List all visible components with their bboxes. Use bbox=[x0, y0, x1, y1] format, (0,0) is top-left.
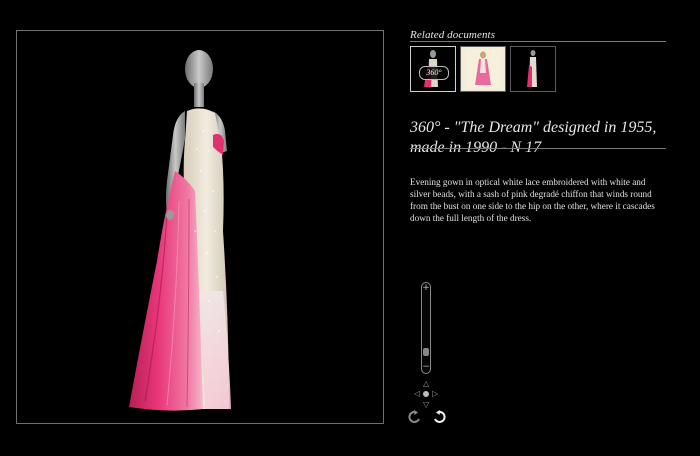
pan-up-icon[interactable]: △ bbox=[423, 380, 429, 388]
zoom-slider[interactable]: + − bbox=[421, 282, 431, 374]
pan-left-icon[interactable]: ◁ bbox=[414, 390, 420, 398]
thumbnail-360-view[interactable]: 360° bbox=[410, 46, 456, 92]
pan-right-icon[interactable]: ▷ bbox=[432, 390, 438, 398]
item-description: Evening gown in optical white lace embro… bbox=[410, 177, 655, 223]
pan-control: △ ◁ ▷ ▽ bbox=[414, 380, 440, 410]
page: Related documents 360° 360° - "The Dream… bbox=[0, 0, 700, 456]
title-divider bbox=[410, 148, 666, 149]
zoom-out-button[interactable]: − bbox=[422, 363, 430, 372]
pan-down-icon[interactable]: ▽ bbox=[423, 401, 429, 409]
related-thumbnails: 360° bbox=[410, 46, 556, 92]
dress-photo-thumbnail-icon bbox=[527, 50, 537, 87]
thumbnail-sketch[interactable] bbox=[460, 46, 506, 92]
pan-center-icon[interactable] bbox=[423, 391, 429, 397]
dress-image bbox=[129, 50, 231, 411]
rotate-right-icon[interactable] bbox=[432, 410, 446, 424]
related-documents-heading: Related documents bbox=[410, 29, 496, 41]
item-title: 360° - "The Dream" designed in 1955, mad… bbox=[410, 119, 657, 156]
rotate-left-icon[interactable] bbox=[408, 410, 422, 424]
zoom-slider-handle[interactable] bbox=[423, 347, 429, 356]
related-divider bbox=[410, 41, 666, 42]
sketch-thumbnail-icon bbox=[465, 49, 501, 89]
thumbnail-dress-photo[interactable] bbox=[510, 46, 556, 92]
zoom-in-button[interactable]: + bbox=[422, 284, 430, 293]
dress-viewer[interactable] bbox=[16, 30, 384, 424]
360-badge: 360° bbox=[419, 66, 449, 80]
